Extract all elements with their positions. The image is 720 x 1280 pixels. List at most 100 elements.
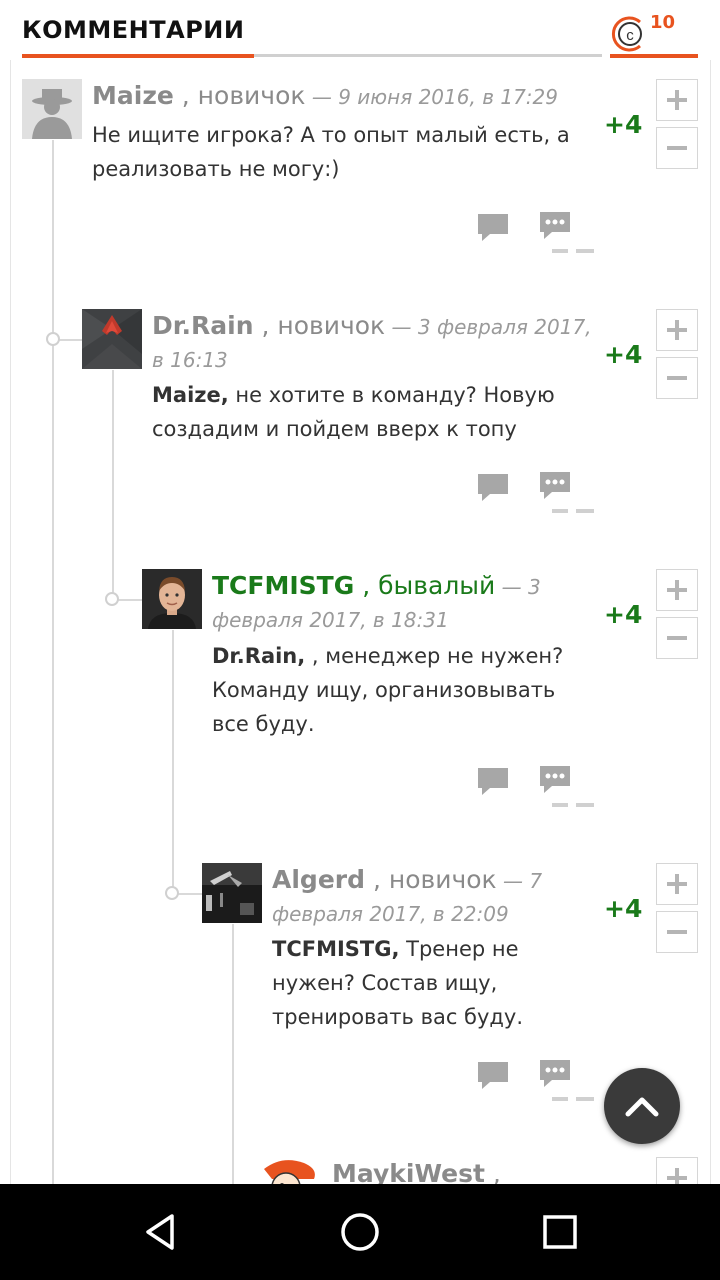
vote-up-button[interactable] (656, 1157, 698, 1184)
vote-up-button[interactable] (656, 569, 698, 611)
mention[interactable]: TCFMISTG, (272, 937, 399, 961)
avatar[interactable] (262, 1157, 322, 1184)
vote-down-button[interactable] (656, 617, 698, 659)
collapse-indicator[interactable] (552, 509, 568, 513)
comment-rating: +4 (604, 894, 643, 923)
author-rank: новичок (189, 81, 306, 110)
comment-rating: +4 (604, 110, 643, 139)
thread-line-level-4 (232, 924, 234, 1184)
meta-separator: , (484, 1159, 501, 1184)
author-name[interactable]: MaykiWest (332, 1159, 485, 1184)
home-circle-icon (341, 1213, 379, 1251)
comment-body: Dr.Rain, , менеджер не нужен? Команду ищ… (212, 639, 592, 741)
vote-down-button[interactable] (656, 127, 698, 169)
comment-date: — 9 июня 2016, в 17:29 (305, 85, 558, 109)
avatar[interactable] (82, 309, 142, 369)
minus-icon (667, 146, 687, 150)
reply-icon[interactable] (476, 1060, 510, 1090)
comments-icon[interactable] (538, 1058, 572, 1088)
vote-down-button[interactable] (656, 357, 698, 399)
minus-icon (667, 636, 687, 640)
author-rank: новичок (380, 865, 497, 894)
comments-header: КОММЕНТАРИИ c 10 (22, 0, 698, 62)
recents-square-icon (543, 1215, 577, 1249)
meta-separator: , (253, 311, 270, 340)
plus-icon (667, 320, 687, 340)
svg-text:c: c (626, 27, 634, 44)
plus-icon (667, 1168, 687, 1184)
comment-rating: +4 (604, 340, 643, 369)
comment-count: 10 (650, 12, 676, 33)
comment-meta: Dr.Rain , новичок — 3 февраля 2017, в 16… (152, 310, 602, 376)
comments-icon[interactable] (538, 470, 572, 500)
user-photo-icon (142, 569, 202, 629)
thread-line-level-2 (112, 370, 114, 600)
recents-button[interactable] (530, 1202, 590, 1262)
author-name[interactable]: TCFMISTG (212, 571, 354, 600)
mention[interactable]: Maize, (152, 383, 229, 407)
game-scene-avatar-icon (202, 863, 262, 923)
comment-body: Maize, не хотите в команду? Новую создад… (152, 378, 592, 446)
mention[interactable]: Dr.Rain, (212, 644, 305, 668)
home-button[interactable] (330, 1202, 390, 1262)
collapse-indicator[interactable] (552, 1097, 568, 1101)
vote-up-button[interactable] (656, 863, 698, 905)
comment-rating: +4 (604, 600, 643, 629)
comment-meta: MaykiWest , (332, 1158, 632, 1184)
reply-icon[interactable] (476, 472, 510, 502)
comments-icon[interactable] (538, 764, 572, 794)
thread-node (46, 332, 60, 346)
author-name[interactable]: Dr.Rain (152, 311, 254, 340)
default-user-icon (22, 79, 82, 139)
collapse-indicator[interactable] (576, 249, 594, 253)
chevron-up-icon (625, 1097, 659, 1117)
team-logo-avatar-icon (82, 309, 142, 369)
comment-meta: Maize , новичок — 9 июня 2016, в 17:29 (92, 80, 572, 113)
vote-down-button[interactable] (656, 911, 698, 953)
author-rank: бывалый (370, 571, 496, 600)
author-name[interactable]: Maize (92, 81, 174, 110)
thread-line-level-3 (172, 630, 174, 894)
scroll-to-top-button[interactable] (604, 1068, 680, 1144)
reply-icon[interactable] (476, 766, 510, 796)
meta-separator: , (354, 571, 371, 600)
plus-icon (667, 874, 687, 894)
collapse-indicator[interactable] (576, 509, 594, 513)
meta-separator: , (173, 81, 190, 110)
site-logo-icon[interactable]: c (610, 14, 650, 54)
comment-meta: Algerd , новичок — 7 февраля 2017, в 22:… (272, 864, 592, 930)
avatar[interactable] (22, 79, 82, 139)
right-border (710, 60, 711, 1184)
minus-icon (667, 930, 687, 934)
vote-up-button[interactable] (656, 309, 698, 351)
avatar[interactable] (142, 569, 202, 629)
author-name[interactable]: Algerd (272, 865, 365, 894)
minus-icon (667, 376, 687, 380)
thread-node (165, 886, 179, 900)
header-accent-line (22, 54, 254, 58)
comments-screen: КОММЕНТАРИИ c 10 Maize , новичок — 9 июн… (0, 0, 720, 1184)
avatar[interactable] (202, 863, 262, 923)
comments-icon[interactable] (538, 210, 572, 240)
page-title: КОММЕНТАРИИ (22, 16, 245, 44)
plus-icon (667, 90, 687, 110)
thread-line-level-1 (52, 140, 54, 1184)
back-triangle-icon (146, 1214, 174, 1250)
plus-icon (667, 580, 687, 600)
meta-separator: , (365, 865, 381, 894)
comment-body: Не ищите игрока? А то опыт малый есть, а… (92, 123, 570, 181)
cartoon-avatar-icon (262, 1157, 322, 1184)
collapse-indicator[interactable] (576, 1097, 594, 1101)
vote-up-button[interactable] (656, 79, 698, 121)
system-navigation-bar (0, 1184, 720, 1280)
back-button[interactable] (130, 1202, 190, 1262)
reply-icon[interactable] (476, 212, 510, 242)
left-border (10, 60, 11, 1184)
collapse-indicator[interactable] (552, 249, 568, 253)
collapse-indicator[interactable] (576, 803, 594, 807)
author-rank: новичок (269, 311, 386, 340)
collapse-indicator[interactable] (552, 803, 568, 807)
counter-accent-line (610, 54, 698, 58)
comment-meta: TCFMISTG , бывалый — 3 февраля 2017, в 1… (212, 570, 592, 636)
thread-node (105, 592, 119, 606)
